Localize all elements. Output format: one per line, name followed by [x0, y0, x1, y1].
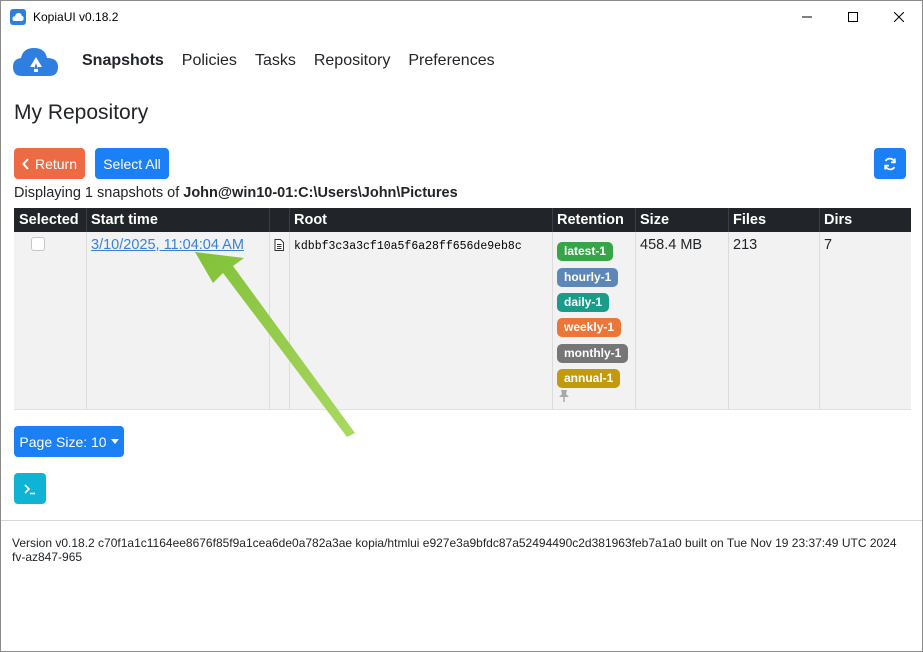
refresh-button[interactable]	[874, 148, 906, 179]
header-start-time[interactable]: Start time	[86, 208, 158, 232]
main-navbar: Snapshots Policies Tasks Repository Pref…	[1, 39, 922, 85]
return-button[interactable]: Return	[14, 148, 85, 179]
nav-repository[interactable]: Repository	[314, 51, 390, 71]
select-all-label: Select All	[103, 155, 161, 172]
retention-badge-latest: latest-1	[557, 242, 614, 261]
maximize-icon	[848, 11, 858, 22]
terminal-icon	[24, 483, 35, 494]
page-title: My Repository	[14, 101, 149, 124]
header-blank	[269, 208, 274, 232]
nav-preferences[interactable]: Preferences	[408, 51, 494, 71]
kopia-app-icon	[10, 8, 26, 25]
footer-divider	[1, 520, 922, 521]
summary-source: John@win10-01:C:\Users\John\Pictures	[183, 185, 458, 201]
nav-tasks[interactable]: Tasks	[255, 51, 296, 71]
retention-badge-weekly: weekly-1	[557, 318, 622, 337]
version-footer: Version v0.18.2 c70f1a1c1164ee8676f85f9a…	[12, 536, 897, 564]
files-value: 213	[733, 237, 758, 253]
retention-badge-hourly: hourly-1	[557, 268, 619, 287]
snapshot-summary: Displaying 1 snapshots of John@win10-01:…	[14, 185, 458, 201]
header-dirs[interactable]: Dirs	[819, 208, 852, 232]
title-bar: KopiaUI v0.18.2	[1, 1, 922, 32]
terminal-button[interactable]	[14, 473, 46, 504]
nav-snapshots[interactable]: Snapshots	[82, 51, 164, 71]
header-size[interactable]: Size	[635, 208, 669, 232]
app-window: KopiaUI v0.18.2 Snapshots Policies Tasks…	[0, 0, 923, 652]
file-icon[interactable]	[274, 239, 284, 251]
nav-policies[interactable]: Policies	[182, 51, 237, 71]
retention-badge-monthly: monthly-1	[557, 344, 629, 363]
retention-badge-annual: annual-1	[557, 369, 621, 388]
start-time-link[interactable]: 3/10/2025, 11:04:04 AM	[91, 237, 244, 253]
select-all-button[interactable]: Select All	[95, 148, 169, 179]
header-files[interactable]: Files	[728, 208, 766, 232]
header-selected[interactable]: Selected	[14, 208, 79, 232]
page-size-dropdown[interactable]: Page Size: 10	[14, 426, 124, 457]
maximize-button[interactable]	[830, 1, 876, 32]
pin-icon[interactable]	[558, 389, 570, 403]
minimize-button[interactable]	[784, 1, 830, 32]
chevron-left-icon	[22, 157, 29, 170]
dirs-value: 7	[824, 237, 833, 253]
kopia-logo-icon[interactable]	[12, 45, 60, 77]
header-retention[interactable]: Retention	[552, 208, 624, 232]
refresh-icon	[884, 157, 896, 170]
table-header: Selected Start time Root Retention Size …	[14, 208, 911, 232]
window-title: KopiaUI v0.18.2	[33, 9, 119, 24]
close-icon	[894, 11, 904, 22]
close-button[interactable]	[876, 1, 922, 32]
header-root[interactable]: Root	[289, 208, 327, 232]
size-value: 458.4 MB	[640, 237, 703, 253]
row-select-checkbox[interactable]	[31, 237, 45, 251]
caret-down-icon	[110, 439, 119, 444]
page-size-label: Page Size: 10	[19, 433, 107, 450]
table-row: 3/10/2025, 11:04:04 AM kdbbf3c3a3cf10a5f…	[14, 232, 911, 410]
return-label: Return	[34, 155, 78, 172]
retention-badge-daily: daily-1	[557, 293, 610, 312]
root-object-id[interactable]: kdbbf3c3a3cf10a5f6a28ff656de9eb8c	[294, 240, 522, 253]
summary-prefix: Displaying 1 snapshots of	[14, 185, 184, 201]
minimize-icon	[802, 16, 812, 17]
